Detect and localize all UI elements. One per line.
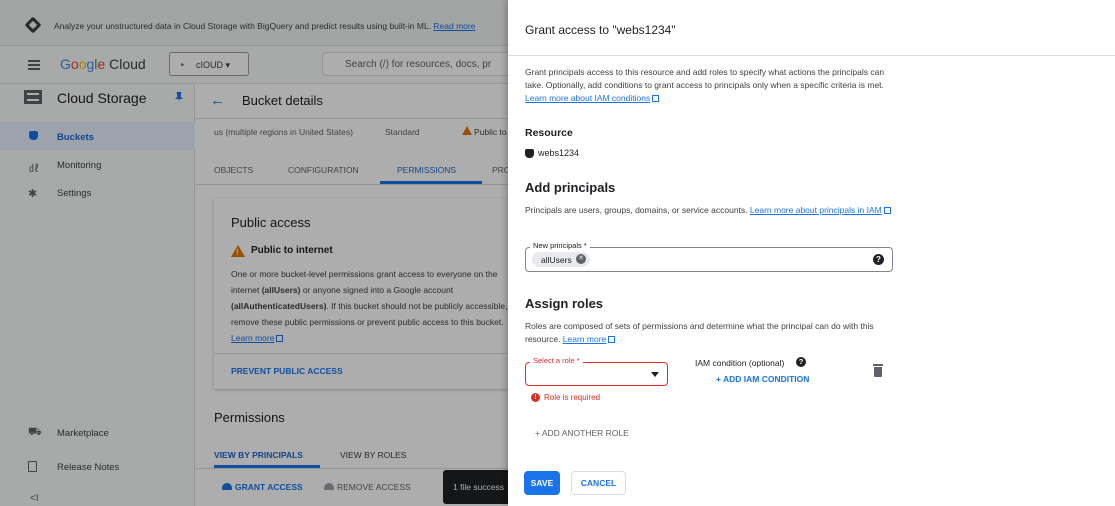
chevron-down-icon[interactable] (651, 372, 659, 377)
help-icon[interactable]: ? (873, 254, 884, 265)
close-icon[interactable]: ✕ (576, 254, 586, 264)
intro-text: Grant principals access to this resource… (525, 67, 885, 90)
select-role-dropdown[interactable] (525, 362, 668, 386)
error-icon: ! (531, 393, 540, 402)
add-another-role-button[interactable]: + ADD ANOTHER ROLE (535, 428, 629, 438)
new-principals-label: New principals * (530, 241, 590, 250)
principals-link[interactable]: Learn more about principals in IAM (750, 205, 882, 215)
iam-conditions-link[interactable]: Learn more about IAM conditions (525, 93, 650, 103)
external-link-icon (883, 207, 891, 214)
principal-chip-label: allUsers (541, 255, 572, 265)
assign-roles-heading: Assign roles (525, 296, 604, 311)
panel-intro: Grant principals access to this resource… (525, 66, 900, 105)
role-error-message: Role is required (544, 393, 601, 402)
add-principals-desc: Principals are users, groups, domains, o… (525, 204, 897, 217)
help-icon[interactable]: ? (796, 357, 806, 367)
cancel-button[interactable]: CANCEL (571, 471, 626, 495)
add-iam-condition-button[interactable]: + ADD IAM CONDITION (716, 374, 809, 384)
trash-icon[interactable] (873, 364, 883, 377)
resource-name: webs1234 (538, 148, 580, 158)
desc-text: Principals are users, groups, domains, o… (525, 205, 750, 215)
select-role-label: Select a role * (530, 356, 583, 365)
add-principals-heading: Add principals (525, 180, 616, 195)
save-button[interactable]: SAVE (524, 471, 560, 495)
external-link-icon (608, 336, 616, 343)
resource-heading: Resource (525, 127, 573, 139)
modal-scrim[interactable] (0, 0, 508, 506)
roles-learn-more-link[interactable]: Learn more (563, 334, 606, 344)
bucket-icon (525, 149, 534, 158)
external-link-icon (652, 95, 660, 102)
panel-title: Grant access to "webs1234" (525, 23, 676, 37)
assign-roles-desc: Roles are composed of sets of permission… (525, 320, 897, 346)
iam-condition-label: IAM condition (optional) (695, 358, 785, 368)
